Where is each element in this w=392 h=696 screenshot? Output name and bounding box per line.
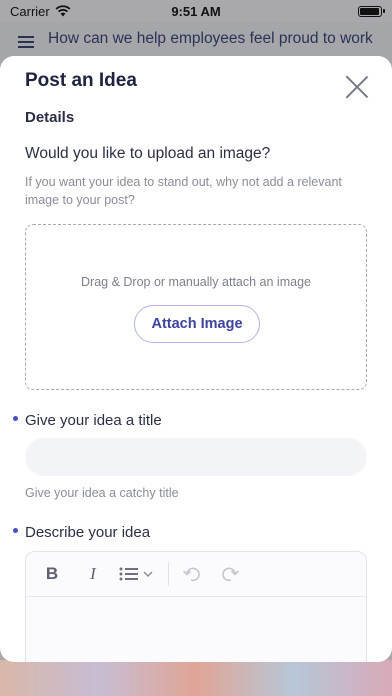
upload-question: Would you like to upload an image? (25, 145, 271, 162)
section-heading-details: Details (25, 109, 75, 126)
carrier-label: Carrier (10, 3, 50, 19)
required-indicator (13, 528, 18, 533)
redo-icon (222, 567, 240, 582)
bold-button[interactable]: B (26, 552, 78, 596)
toolbar-divider (168, 562, 169, 586)
undo-button[interactable] (173, 552, 211, 596)
chevron-down-icon (143, 571, 153, 578)
editor-toolbar: B I (26, 552, 366, 597)
post-idea-modal: Post an Idea Details Would you like to u… (0, 56, 392, 662)
battery-fill (360, 7, 379, 15)
idea-title-input[interactable] (25, 438, 367, 476)
list-dropdown-button[interactable] (108, 552, 164, 596)
image-dropzone[interactable]: Drag & Drop or manually attach an image … (25, 224, 367, 390)
description-label: Describe your idea (25, 524, 151, 541)
wifi-icon (55, 5, 71, 17)
hamburger-menu-icon[interactable] (18, 36, 34, 48)
attach-image-button[interactable]: Attach Image (134, 305, 260, 343)
description-text-area[interactable] (26, 597, 366, 662)
redo-button[interactable] (211, 552, 249, 596)
status-bar: Carrier 9:51 AM (0, 0, 392, 22)
bullet-list-icon (119, 567, 138, 581)
background-image-strip (0, 660, 392, 696)
required-indicator (13, 416, 18, 421)
description-editor[interactable]: B I (25, 551, 367, 662)
dropzone-text: Drag & Drop or manually attach an image (81, 275, 311, 289)
status-left: Carrier (10, 4, 71, 19)
background-page-title: How can we help employees feel proud to … (48, 30, 378, 47)
italic-button[interactable]: I (78, 552, 108, 596)
undo-icon (182, 567, 200, 582)
battery-icon (358, 5, 385, 17)
close-icon[interactable] (344, 75, 370, 101)
upload-help-text: If you want your idea to stand out, why … (25, 175, 342, 207)
idea-title-help-text: Give your idea a catchy title (25, 486, 179, 500)
modal-title: Post an Idea (25, 70, 137, 91)
idea-title-label: Give your idea a title (25, 412, 162, 429)
